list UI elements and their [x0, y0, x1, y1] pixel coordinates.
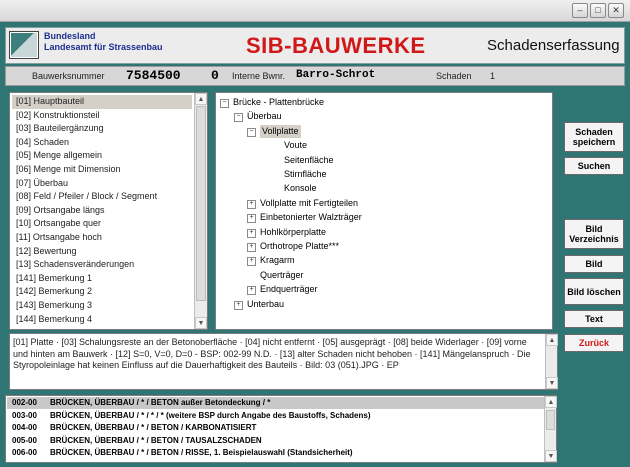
- row-code: 004-00: [12, 423, 37, 433]
- row-text: BRÜCKEN, ÜBERBAU / * / * / * (weitere BS…: [50, 410, 371, 420]
- list-row[interactable]: 006-00 BRÜCKEN, ÜBERBAU / * / BETON / RIS…: [7, 447, 547, 459]
- category-item[interactable]: [144] Bemerkung 4: [12, 313, 192, 327]
- category-item[interactable]: [11] Ortsangabe hoch: [12, 231, 192, 245]
- category-item[interactable]: [13] Schadensveränderungen: [12, 258, 192, 272]
- app-title: SIB-BAUWERKE: [246, 33, 426, 58]
- list-scroll-up-icon[interactable]: ▲: [545, 396, 557, 408]
- tree-node[interactable]: Konsole: [284, 182, 317, 195]
- tree-node[interactable]: Vollplatte mit Fertigteilen: [260, 197, 358, 210]
- tree-node[interactable]: Seitenfläche: [284, 154, 334, 167]
- expand-icon[interactable]: +: [247, 243, 256, 252]
- tree-node[interactable]: Vollplatte: [260, 124, 301, 138]
- save-damage-button[interactable]: Schaden speichern: [564, 122, 624, 152]
- schaden-label: Schaden: [436, 71, 472, 81]
- category-list[interactable]: [01] Hauptbauteil [02] Konstruktionsteil[…: [9, 92, 208, 330]
- row-code: 005-00: [12, 435, 37, 445]
- maximize-button[interactable]: □: [590, 3, 606, 18]
- row-text: BRÜCKEN, ÜBERBAU / * / BETON außer Beton…: [50, 398, 271, 407]
- collapse-icon[interactable]: −: [220, 99, 229, 108]
- expand-icon[interactable]: +: [247, 228, 256, 238]
- damage-example-list[interactable]: 002-00 BRÜCKEN, ÜBERBAU / * / BETON außer…: [5, 395, 557, 463]
- tree-node[interactable]: Hohlkörperplatte: [260, 226, 326, 239]
- list-row[interactable]: 003-00 BRÜCKEN, ÜBERBAU / * / * / * (weit…: [7, 410, 547, 422]
- category-item[interactable]: [08] Feld / Pfeiler / Block / Segment: [12, 190, 192, 204]
- delete-image-button[interactable]: Bild löschen: [564, 278, 624, 305]
- teil-value: 0: [211, 68, 219, 83]
- component-tree[interactable]: − Brücke - Plattenbrücke − Überbau − Vollplat…: [215, 92, 553, 330]
- search-button[interactable]: Suchen: [564, 157, 624, 175]
- category-item[interactable]: [04] Schaden: [12, 136, 192, 150]
- interne-value: Barro-Schrot: [296, 69, 376, 81]
- scroll-down-icon[interactable]: ▼: [195, 317, 207, 329]
- category-item[interactable]: [07] Überbau: [12, 177, 192, 191]
- tree-node[interactable]: Orthotrope Platte***: [260, 240, 339, 253]
- bauwerksnummer-value: 7584500: [126, 68, 181, 83]
- agency-label: Landesamt für Strassenbau: [44, 42, 163, 52]
- row-code: 003-00: [12, 410, 37, 420]
- expand-icon[interactable]: +: [247, 286, 256, 296]
- expand-icon[interactable]: +: [234, 300, 243, 310]
- expand-icon[interactable]: +: [247, 257, 256, 267]
- row-text: BRÜCKEN, ÜBERBAU / * / BETON / TAUSALZSC…: [50, 435, 262, 445]
- category-item[interactable]: [02] Konstruktionsteil: [12, 109, 192, 123]
- row-code: 006-00: [12, 448, 37, 458]
- category-scrollbar[interactable]: ▲ ▼: [194, 93, 207, 329]
- collapse-icon[interactable]: −: [247, 127, 256, 137]
- minimize-button[interactable]: –: [572, 3, 588, 18]
- tree-node[interactable]: Kragarm: [260, 254, 295, 267]
- back-button[interactable]: Zurück: [564, 334, 624, 352]
- list-row[interactable]: 002-00 BRÜCKEN, ÜBERBAU / * / BETON außer…: [7, 397, 547, 410]
- close-button[interactable]: ✕: [608, 3, 624, 18]
- category-item[interactable]: [01] Hauptbauteil: [12, 95, 192, 109]
- row-text: BRÜCKEN, ÜBERBAU / * / BETON / KARBONATI…: [50, 423, 257, 433]
- list-row[interactable]: 004-00 BRÜCKEN, ÜBERBAU / * / BETON / KAR…: [7, 422, 547, 434]
- desc-scroll-up-icon[interactable]: ▲: [546, 334, 558, 346]
- description-scrollbar[interactable]: ▲ ▼: [545, 334, 558, 389]
- category-item[interactable]: [143] Bemerkung 3: [12, 299, 192, 313]
- image-button[interactable]: Bild: [564, 255, 624, 273]
- desc-scroll-down-icon[interactable]: ▼: [546, 377, 558, 389]
- scroll-up-icon[interactable]: ▲: [195, 93, 207, 105]
- tree-node[interactable]: Querträger: [260, 269, 304, 282]
- list-scrollbar[interactable]: ▲ ▼: [544, 396, 557, 462]
- category-item[interactable]: [03] Bauteilergänzung: [12, 122, 192, 136]
- tree-node[interactable]: Endquerträger: [260, 283, 318, 296]
- row-text: BRÜCKEN, ÜBERBAU / * / BETON / RISSE, 1.…: [50, 448, 353, 458]
- category-item[interactable]: [141] Bemerkung 1: [12, 272, 192, 286]
- category-item[interactable]: [09] Ortsangabe längs: [12, 204, 192, 218]
- category-item[interactable]: [142] Bemerkung 2: [12, 285, 192, 299]
- category-item[interactable]: [12] Bewertung: [12, 245, 192, 259]
- window-titlebar: [0, 0, 630, 22]
- state-label: Bundesland: [44, 31, 96, 41]
- tree-node[interactable]: Unterbau: [247, 298, 284, 311]
- tree-node[interactable]: Einbetonierter Walzträger: [260, 211, 362, 224]
- schaden-value: 1: [490, 71, 496, 81]
- tree-node[interactable]: Voute: [284, 139, 307, 152]
- tree-node[interactable]: Brücke - Plattenbrücke: [233, 96, 324, 109]
- list-scrollbar-thumb[interactable]: [546, 410, 555, 430]
- category-item[interactable]: [05] Menge allgemein: [12, 149, 192, 163]
- logo-icon: [11, 33, 37, 57]
- list-scroll-down-icon[interactable]: ▼: [545, 450, 557, 462]
- row-code: 002-00: [12, 398, 37, 407]
- collapse-icon[interactable]: −: [234, 113, 243, 123]
- category-item[interactable]: [10] Ortsangabe quer: [12, 217, 192, 231]
- list-row[interactable]: 005-00 BRÜCKEN, ÜBERBAU / * / BETON / TAU…: [7, 435, 547, 447]
- page-subtitle: Schadenserfassung: [487, 37, 620, 54]
- tree-node[interactable]: Überbau: [247, 110, 282, 123]
- expand-icon[interactable]: +: [247, 214, 256, 224]
- category-item[interactable]: [06] Menge mit Dimension: [12, 163, 192, 177]
- text-button[interactable]: Text: [564, 310, 624, 328]
- damage-description: [01] Platte · [03] Schalungsreste an der…: [9, 333, 558, 390]
- bauwerksnummer-label: Bauwerksnummer: [32, 71, 105, 81]
- expand-icon[interactable]: +: [247, 199, 256, 209]
- scrollbar-thumb[interactable]: [196, 106, 206, 301]
- tree-node[interactable]: Stirnfläche: [284, 168, 327, 181]
- image-directory-button[interactable]: Bild Verzeichnis: [564, 219, 624, 249]
- interne-label: Interne Bwnr.: [232, 71, 286, 81]
